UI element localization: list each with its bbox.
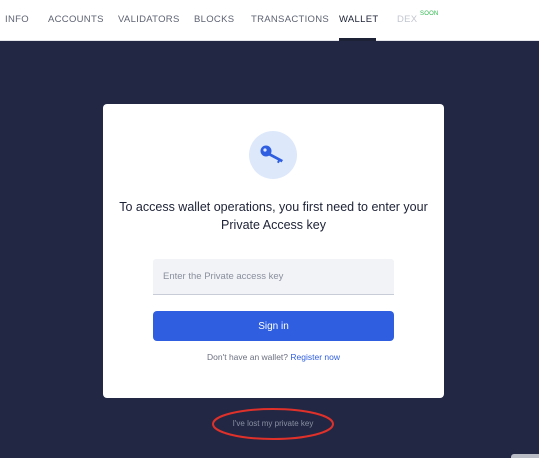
- nav-tab-accounts[interactable]: ACCOUNTS: [48, 14, 104, 25]
- sign-in-button[interactable]: Sign in: [153, 311, 394, 341]
- register-prompt: Don't have an wallet? Register now: [153, 352, 394, 362]
- access-instructions: To access wallet operations, you first n…: [119, 200, 428, 232]
- nav-tab-blocks[interactable]: BLOCKS: [194, 14, 234, 25]
- nav-tab-transactions[interactable]: TRANSACTIONS: [251, 14, 329, 25]
- lost-private-key-link[interactable]: I've lost my private key: [213, 419, 333, 428]
- key-icon: [249, 131, 297, 179]
- active-tab-indicator: [339, 38, 376, 41]
- nav-tab-wallet[interactable]: WALLET: [339, 14, 378, 25]
- top-navigation-bar: INFO ACCOUNTS VALIDATORS BLOCKS TRANSACT…: [0, 0, 539, 41]
- private-key-input[interactable]: [153, 259, 394, 295]
- nav-tab-dex: DEX: [397, 14, 418, 25]
- register-now-link[interactable]: Register now: [290, 352, 340, 362]
- corner-scroll-element: [511, 454, 539, 458]
- nav-tab-validators[interactable]: VALIDATORS: [118, 14, 180, 25]
- nav-tab-info[interactable]: INFO: [5, 14, 29, 25]
- no-wallet-text: Don't have an wallet?: [207, 352, 289, 362]
- soon-badge: SOON: [420, 11, 439, 17]
